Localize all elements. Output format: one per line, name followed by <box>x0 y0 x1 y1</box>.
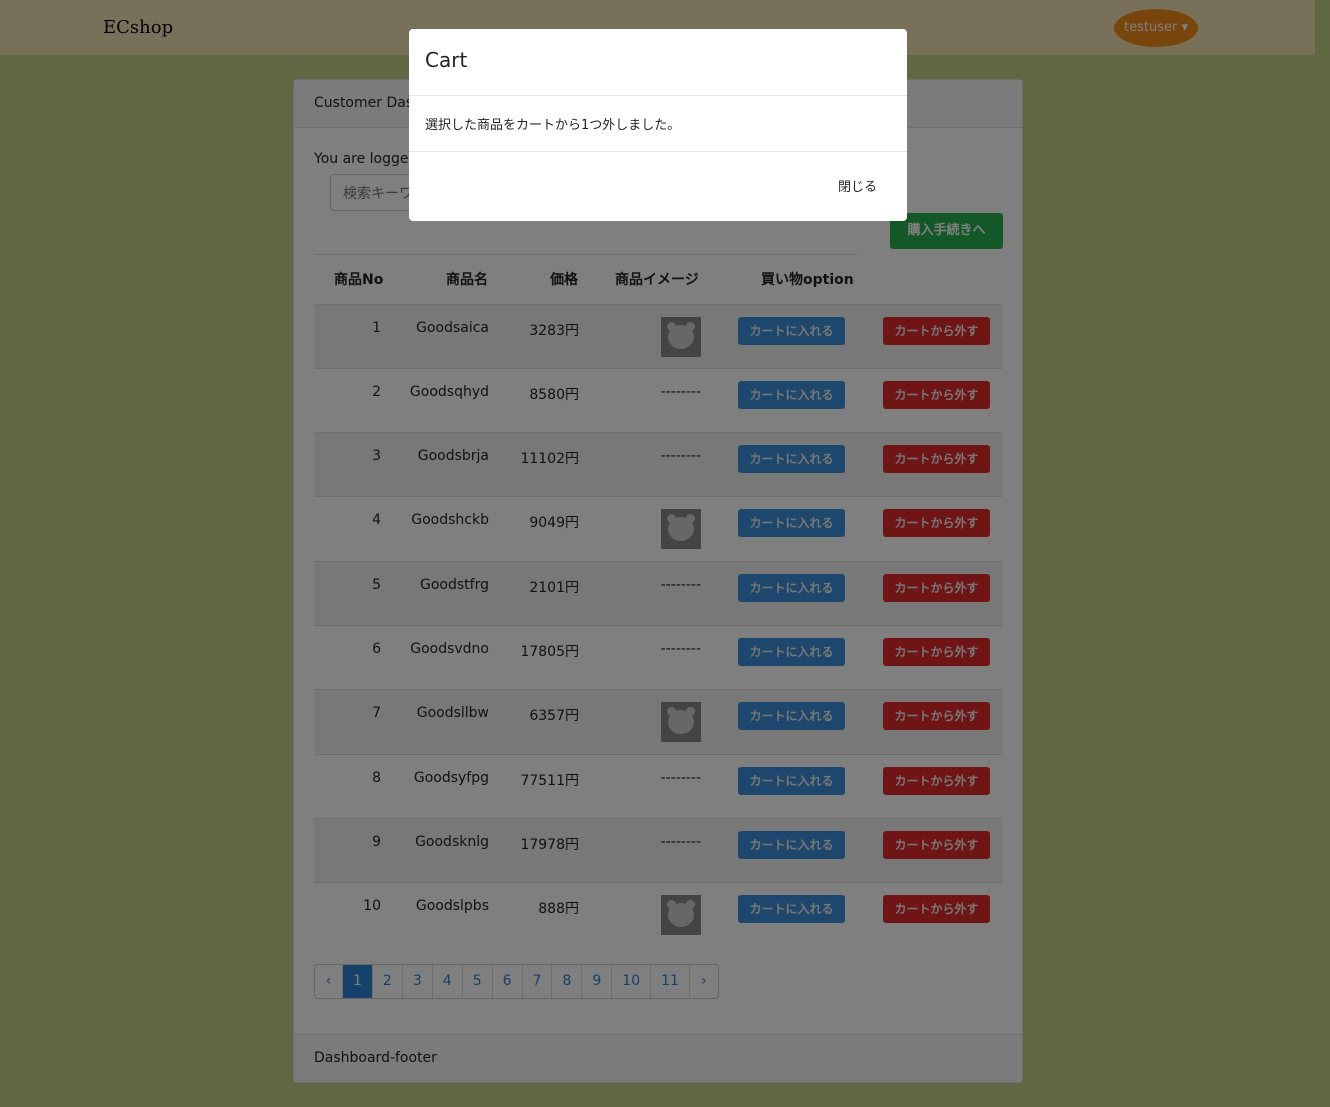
modal-message: 選択した商品をカートから1つ外しました。 <box>409 96 907 152</box>
cart-modal: Cart 選択した商品をカートから1つ外しました。 閉じる <box>409 29 907 221</box>
modal-title: Cart <box>409 29 907 96</box>
close-button[interactable]: 閉じる <box>838 176 877 195</box>
